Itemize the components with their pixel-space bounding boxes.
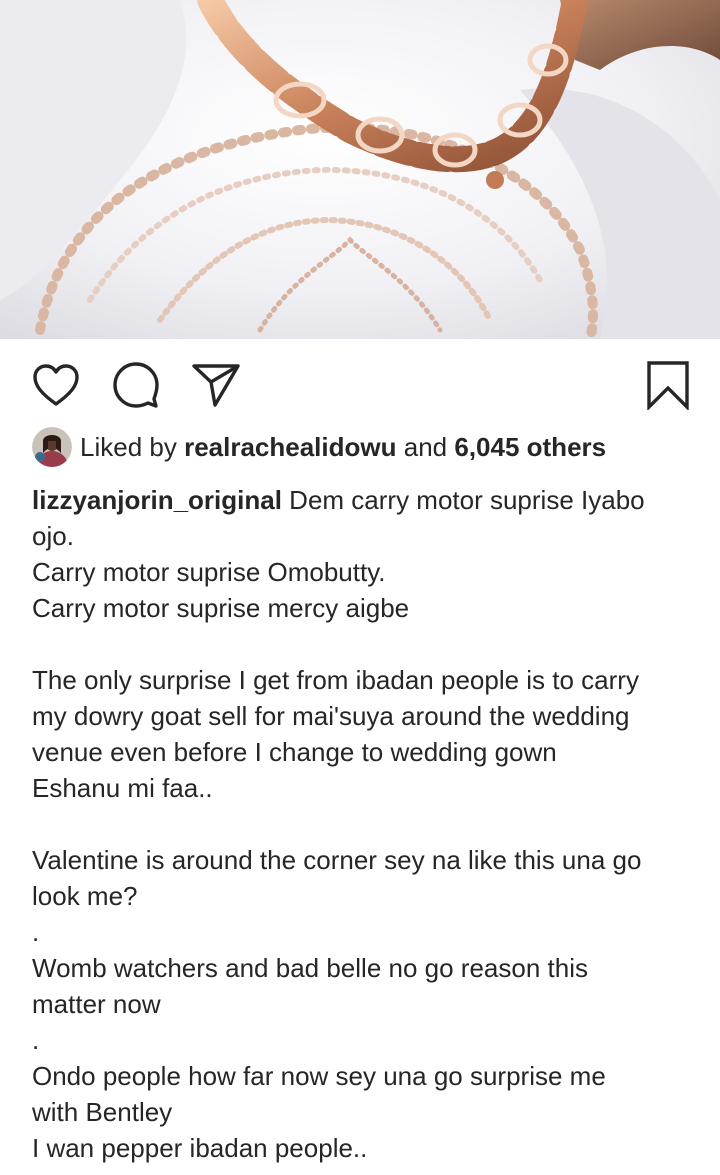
caption-line: The only surprise I get from ibadan peop… bbox=[32, 665, 639, 695]
avatar bbox=[32, 427, 72, 467]
caption-line: Womb watchers and bad belle no go reason… bbox=[32, 953, 588, 983]
caption-line: matter now bbox=[32, 989, 161, 1019]
caption-text: Dem carry motor suprise Iyabo bbox=[289, 485, 645, 515]
caption-first-line: lizzyanjorin_original Dem carry motor su… bbox=[32, 482, 704, 518]
caption-line: . bbox=[32, 1025, 40, 1055]
likes-count[interactable]: 6,045 others bbox=[454, 432, 606, 463]
caption-line: with Bentley bbox=[32, 1097, 173, 1127]
post-photo[interactable] bbox=[0, 0, 720, 339]
caption-line: I wan pepper ibadan people.. bbox=[32, 1133, 368, 1163]
comment-bubble-icon bbox=[112, 361, 160, 414]
likes-prefix: Liked by bbox=[80, 431, 177, 462]
like-button[interactable] bbox=[30, 361, 82, 413]
caption-line: Ondo people how far now sey una go surpr… bbox=[32, 1061, 606, 1091]
caption-line: look me? bbox=[32, 881, 138, 911]
caption-line: Valentine is around the corner sey na li… bbox=[32, 845, 642, 875]
heart-outline-icon bbox=[32, 363, 80, 412]
likes-summary[interactable]: Liked by realrachealidowu and 6,045 othe… bbox=[32, 425, 606, 469]
caption-username[interactable]: lizzyanjorin_original bbox=[32, 485, 282, 515]
caption-line: Eshanu mi faa.. bbox=[32, 773, 213, 803]
caption-line bbox=[32, 806, 704, 842]
bookmark-outline-icon bbox=[646, 360, 690, 415]
caption-line bbox=[32, 626, 704, 662]
likes-connector: and bbox=[403, 431, 448, 462]
caption-line: Carry motor suprise mercy aigbe bbox=[32, 593, 410, 623]
post-caption: lizzyanjorin_original Dem carry motor su… bbox=[32, 482, 704, 1166]
caption-line: ojo. bbox=[32, 521, 74, 551]
paper-plane-icon bbox=[191, 362, 241, 413]
caption-line: my dowry goat sell for mai'suya around t… bbox=[32, 701, 630, 731]
comment-button[interactable] bbox=[110, 361, 162, 413]
share-button[interactable] bbox=[190, 361, 242, 413]
save-button[interactable] bbox=[642, 360, 694, 415]
liked-by-username[interactable]: realrachealidowu bbox=[184, 432, 396, 463]
post-action-bar bbox=[0, 355, 720, 419]
caption-line: venue even before I change to wedding go… bbox=[32, 737, 557, 767]
caption-line: . bbox=[32, 917, 40, 947]
caption-line: Carry motor suprise Omobutty. bbox=[32, 557, 386, 587]
